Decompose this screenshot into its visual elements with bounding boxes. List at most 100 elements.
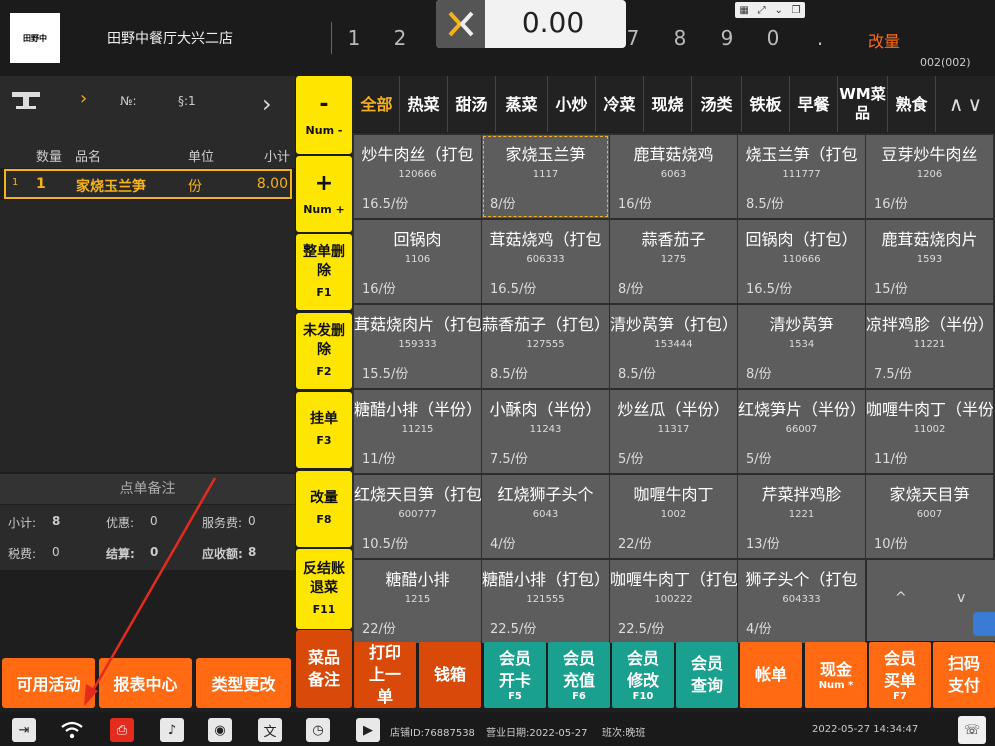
dish-item[interactable]: 红烧狮子头个 6043 4/份 — [482, 475, 609, 558]
dish-item[interactable]: 豆芽炒牛肉丝 1206 16/份 — [866, 135, 993, 218]
translate-icon[interactable]: 文 — [258, 718, 282, 742]
side-button-0[interactable]: - Num - — [296, 76, 352, 154]
dish-item[interactable]: 回锅肉（打包） 110666 16.5/份 — [738, 220, 865, 303]
action-button-6[interactable]: 帐单 — [740, 642, 802, 708]
category-tab[interactable]: 甜汤 — [448, 76, 496, 132]
action-button-0[interactable]: 打印上一单 — [354, 642, 416, 708]
dish-item[interactable]: 茸菇烧鸡（打包 606333 16.5/份 — [482, 220, 609, 303]
page-up-icon[interactable]: ^ — [895, 590, 907, 606]
expand-icon[interactable]: ⤢ — [758, 5, 766, 16]
row-unit: 份 — [188, 179, 202, 195]
category-tab[interactable]: 小炒 — [548, 76, 596, 132]
dish-item[interactable]: 炒丝瓜（半份） 11317 5/份 — [610, 390, 737, 473]
dish-item[interactable]: 烧玉兰笋（打包 111777 8.5/份 — [738, 135, 865, 218]
order-row[interactable]: 1 1 家烧玉兰笋 份 8.00 — [4, 169, 292, 199]
category-tab[interactable]: 早餐 — [790, 76, 838, 132]
category-tab[interactable]: 熟食 — [888, 76, 936, 132]
dish-name: 鹿茸菇烧鸡 — [633, 145, 714, 164]
dish-price: 7.5/份 — [874, 367, 913, 382]
minimize-icon[interactable]: ⌄ — [774, 5, 782, 16]
dish-item[interactable]: 茸菇烧肉片（打包 159333 15.5/份 — [354, 305, 481, 388]
datetime: 2022-05-27 14:34:47 — [812, 724, 919, 735]
bell-icon[interactable]: ♪ — [160, 718, 184, 742]
headset-icon[interactable]: ◉ — [208, 718, 232, 742]
phone-icon[interactable]: ☏ — [958, 716, 986, 744]
category-tab[interactable]: 冷菜 — [596, 76, 644, 132]
dish-item[interactable]: 糖醋小排 1215 22/份 — [354, 560, 481, 643]
grid-icon[interactable]: ▦ — [739, 5, 748, 16]
history-icon[interactable]: ◷ — [306, 718, 330, 742]
dish-item[interactable]: 家烧天目笋 6007 10/份 — [866, 475, 993, 558]
restore-icon[interactable]: ❐ — [792, 5, 801, 16]
teamviewer-icon[interactable] — [973, 612, 995, 636]
dish-item[interactable]: 蒜香茄子 1275 8/份 — [610, 220, 737, 303]
side-button-6[interactable]: 反结账退菜 F11 — [296, 549, 352, 629]
dish-price: 15/份 — [874, 282, 908, 297]
chevron-right-icon[interactable]: › — [80, 88, 87, 109]
dish-code: 66007 — [785, 424, 818, 435]
action-button-2[interactable]: 会员开卡 F5 — [484, 642, 546, 708]
dish-item[interactable]: 狮子头个（打包 604333 4/份 — [738, 560, 865, 643]
side-button-1[interactable]: + Num + — [296, 156, 352, 232]
action-button-7[interactable]: 现金 Num * — [805, 642, 867, 708]
side-button-5[interactable]: 改量 F8 — [296, 471, 352, 547]
window-controls[interactable]: ▦ ⤢ ⌄ ❐ — [735, 2, 805, 18]
side-button-4[interactable]: 挂单 F3 — [296, 392, 352, 468]
app-logo-icon — [436, 0, 485, 48]
keypad-key[interactable]: 8 — [660, 26, 700, 50]
dish-item[interactable]: 鹿茸菇烧鸡 6063 16/份 — [610, 135, 737, 218]
dish-item[interactable]: 清炒莴笋 1534 8/份 — [738, 305, 865, 388]
action-label: 钱箱 — [433, 665, 466, 684]
dish-item[interactable]: 清炒莴笋（打包） 153444 8.5/份 — [610, 305, 737, 388]
dish-item[interactable]: 糖醋小排（半份） 11215 11/份 — [354, 390, 481, 473]
dish-item[interactable]: 蒜香茄子（打包） 127555 8.5/份 — [482, 305, 609, 388]
dish-item[interactable]: 鹿茸菇烧肉片 1593 15/份 — [866, 220, 993, 303]
keypad-key[interactable]: 1 — [334, 26, 374, 50]
dish-item[interactable]: 咖喱牛肉丁（打包 100222 22.5/份 — [610, 560, 737, 643]
next-arrow-icon[interactable]: › — [262, 90, 272, 118]
scroll-up-icon[interactable]: ∧ — [949, 92, 964, 116]
dish-item[interactable]: 红烧笋片（半份） 66007 5/份 — [738, 390, 865, 473]
wifi-icon[interactable] — [60, 718, 84, 742]
side-button-label: 整单删除 — [303, 243, 345, 279]
category-tab[interactable]: 现烧 — [644, 76, 692, 132]
keypad-key[interactable]: . — [800, 26, 840, 50]
side-button-7[interactable]: 菜品备注 — [296, 630, 352, 708]
dish-item[interactable]: 咖喱牛肉丁（半份 11002 11/份 — [866, 390, 993, 473]
dish-code: 121555 — [526, 594, 565, 605]
category-tab[interactable]: 热菜 — [400, 76, 448, 132]
dish-item[interactable]: 糖醋小排（打包） 121555 22.5/份 — [482, 560, 609, 643]
category-tab[interactable]: 铁板 — [742, 76, 790, 132]
side-button-2[interactable]: 整单删除 F1 — [296, 234, 352, 310]
dish-item[interactable]: 芹菜拌鸡胗 1221 13/份 — [738, 475, 865, 558]
side-button-3[interactable]: 未发删除 F2 — [296, 313, 352, 389]
keypad-key[interactable]: 2 — [380, 26, 420, 50]
category-tab[interactable]: 全部 — [354, 76, 400, 132]
dish-item[interactable]: 红烧天目笋（打包 600777 10.5/份 — [354, 475, 481, 558]
dish-item[interactable]: 小酥肉（半份） 11243 7.5/份 — [482, 390, 609, 473]
keypad-key[interactable]: 0 — [753, 26, 793, 50]
logout-icon[interactable]: ⇥ — [12, 718, 36, 742]
dish-item[interactable]: 炒牛肉丝（打包 120666 16.5/份 — [354, 135, 481, 218]
category-tab[interactable]: 蒸菜 — [496, 76, 548, 132]
dish-item[interactable]: 凉拌鸡胗（半份） 11221 7.5/份 — [866, 305, 993, 388]
page-down-icon[interactable]: v — [957, 590, 965, 606]
action-button-9[interactable]: 扫码支付 — [933, 642, 995, 708]
category-tab[interactable]: 汤类 — [692, 76, 742, 132]
modify-qty-key[interactable]: 改量 — [868, 28, 900, 52]
action-button-4[interactable]: 会员修改 F10 — [612, 642, 674, 708]
video-icon[interactable]: ▶ — [356, 718, 380, 742]
action-button-8[interactable]: 会员买单 F7 — [869, 642, 931, 708]
category-tab[interactable]: WM菜品 — [838, 76, 888, 132]
printer-icon[interactable]: ⎙ — [110, 718, 134, 742]
action-button-1[interactable]: 钱箱 — [419, 642, 481, 708]
dish-code: 1106 — [404, 254, 431, 265]
action-button-3[interactable]: 会员充值 F6 — [548, 642, 610, 708]
dish-item[interactable]: 回锅肉 1106 16/份 — [354, 220, 481, 303]
keypad-key[interactable]: 9 — [707, 26, 747, 50]
dish-price: 7.5/份 — [490, 452, 529, 467]
dish-item[interactable]: 咖喱牛肉丁 1002 22/份 — [610, 475, 737, 558]
dish-item[interactable]: 家烧玉兰笋 1117 8/份 — [482, 135, 609, 218]
scroll-down-icon[interactable]: ∨ — [968, 92, 983, 116]
action-button-5[interactable]: 会员查询 — [676, 642, 738, 708]
